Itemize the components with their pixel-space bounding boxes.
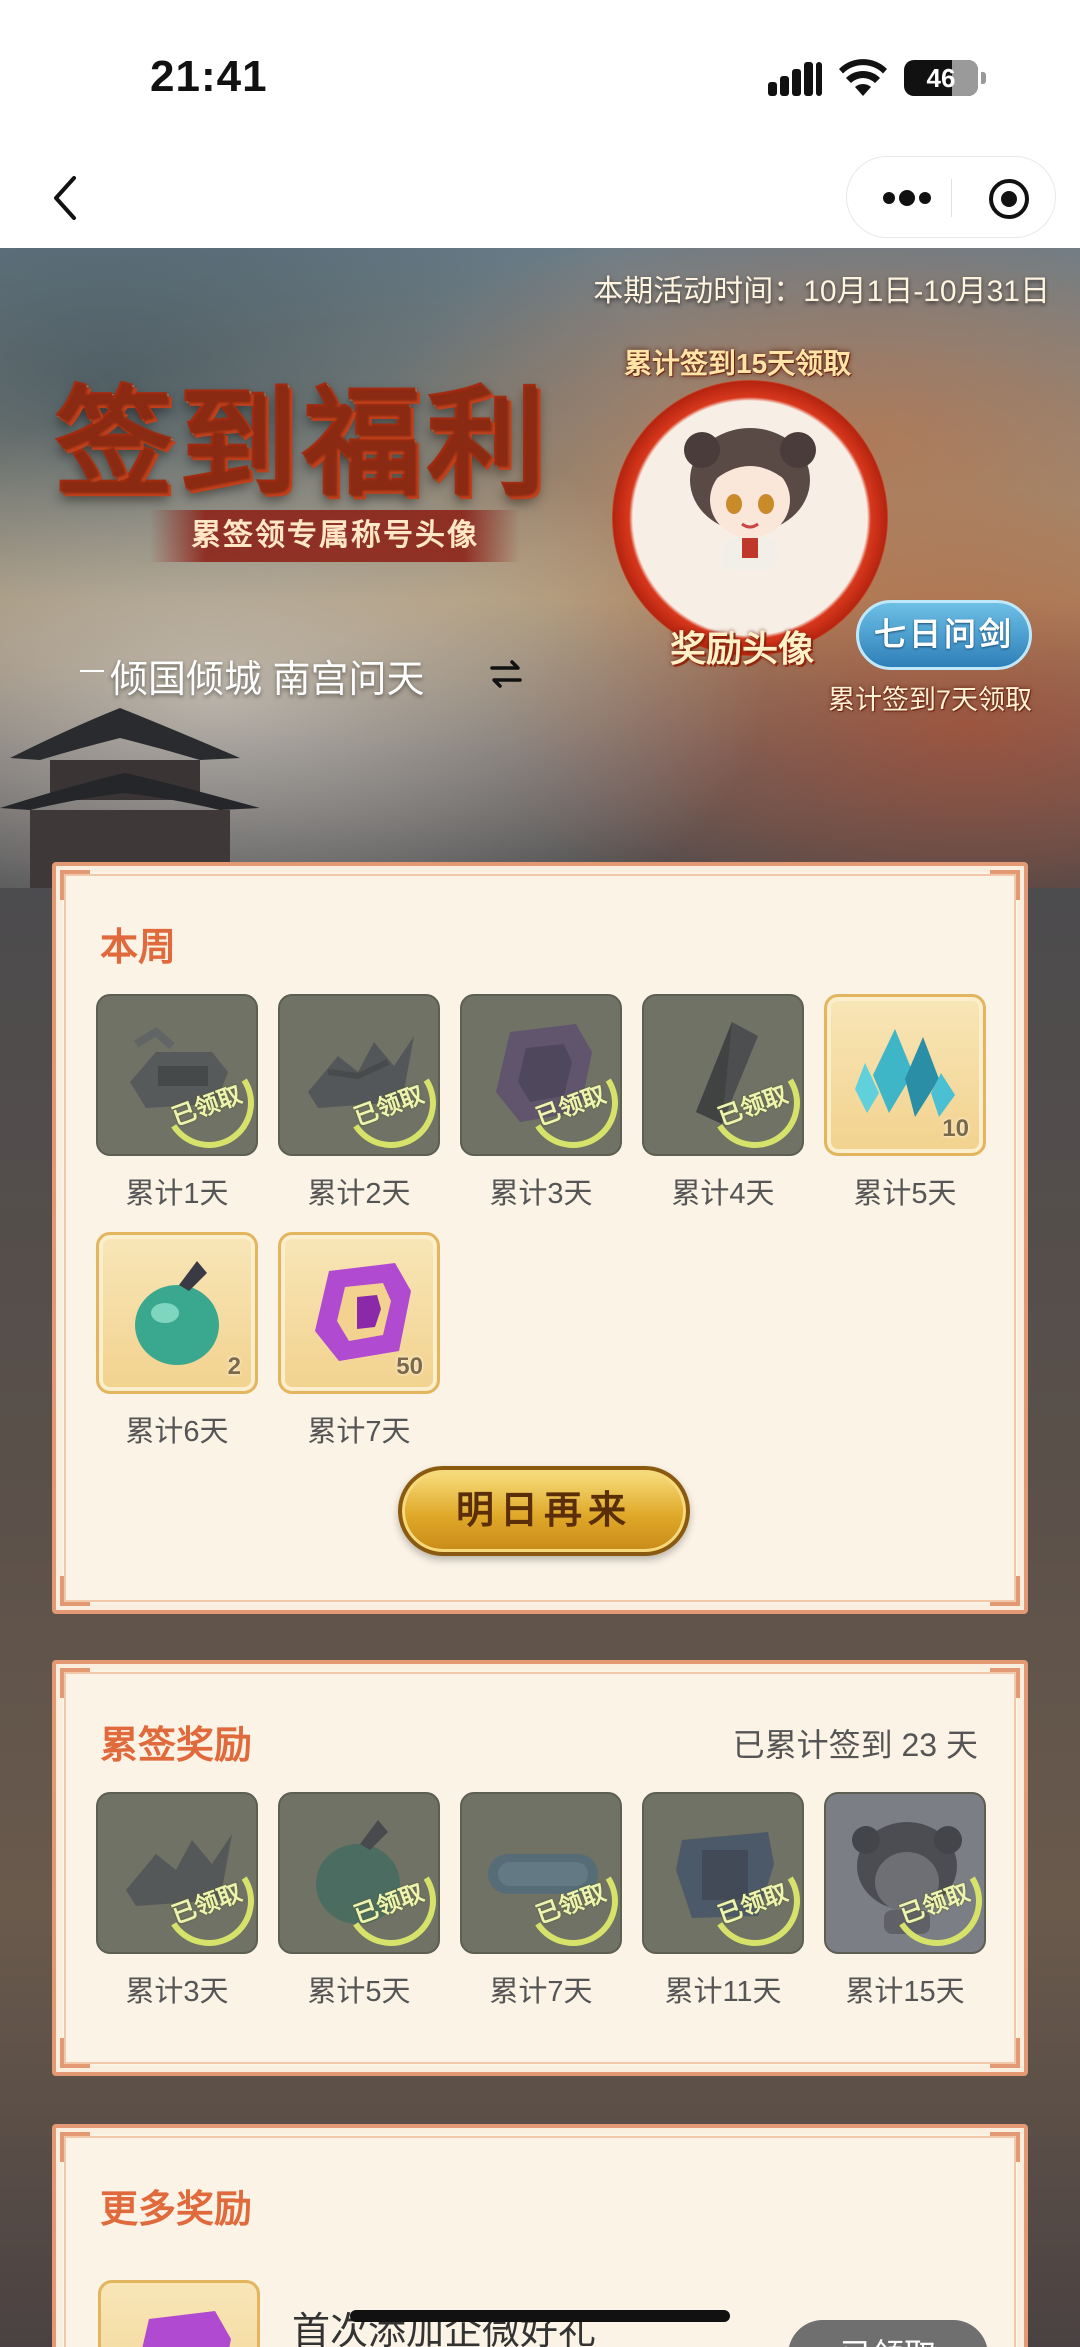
status-bar: 21:41 46 xyxy=(0,0,1080,150)
item-count: 2 xyxy=(227,1353,241,1380)
reward-tile: 10 xyxy=(824,994,986,1156)
home-indicator[interactable] xyxy=(350,2310,730,2322)
pagoda-illustration xyxy=(0,708,260,888)
signal-icon xyxy=(768,62,824,96)
reward-label: 累计11天 xyxy=(664,1976,782,2008)
purple-rune-icon xyxy=(142,2311,231,2347)
reward-label: 累计5天 xyxy=(307,1976,411,2008)
status-time: 21:41 xyxy=(150,52,268,101)
close-circle-icon[interactable] xyxy=(987,177,1031,221)
cumulative-reward-7[interactable]: 已领取 累计7天 xyxy=(460,1792,622,2010)
reward-label: 累计3天 xyxy=(125,1976,229,2008)
weekly-reward-day6[interactable]: 2 累计6天 xyxy=(96,1232,258,1450)
reward-avatar[interactable] xyxy=(612,380,888,656)
title-badge[interactable]: 七日问剑 xyxy=(856,600,1032,670)
hero-banner: 本期活动时间：10月1日-10月31日 签到福利 累签领专属称号头像 倾国倾城 … xyxy=(0,248,1080,888)
player-title-name[interactable]: 倾国倾城 南宫问天 xyxy=(80,648,425,703)
more-icon[interactable] xyxy=(877,181,937,215)
jade-pouch-icon xyxy=(135,1261,219,1365)
weekly-reward-day2[interactable]: 已领取 累计2天 xyxy=(278,994,440,1212)
cumulative-title: 累签奖励 xyxy=(100,1725,253,1767)
reward-tile: 已领取 xyxy=(460,994,622,1156)
wifi-icon xyxy=(839,59,887,96)
reward-label: 累计4天 xyxy=(671,1178,775,1210)
reward-tile: 已领取 xyxy=(642,994,804,1156)
cumulative-count: 已累计签到 23 天 xyxy=(732,1727,978,1763)
banner-subtitle: 累签领专属称号头像 xyxy=(150,510,520,562)
avatar-caption: 累计签到15天领取 xyxy=(624,348,852,379)
switch-icon[interactable] xyxy=(488,656,524,692)
weekly-checkin-panel: 本周 已领取 累计1天 已领取 累计2天 已领取 累计3天 已领取 累计4天 1… xyxy=(52,862,1028,1614)
battery-level: 46 xyxy=(926,62,956,93)
cumulative-reward-11[interactable]: 已领取 累计11天 xyxy=(642,1792,804,2010)
cumulative-rewards-panel: 累签奖励 已累计签到 23 天 已领取 累计3天 已领取 累计5天 已领取 累计… xyxy=(52,1660,1028,2076)
cumulative-reward-5[interactable]: 已领取 累计5天 xyxy=(278,1792,440,2010)
reward-tile: 已领取 xyxy=(824,1792,986,1954)
reward-tile: 2 xyxy=(96,1232,258,1394)
capsule-divider xyxy=(951,179,952,217)
reward-label: 累计15天 xyxy=(845,1976,965,2008)
weekly-reward-day1[interactable]: 已领取 累计1天 xyxy=(96,994,258,1212)
title-badge-caption: 累计签到7天领取 xyxy=(828,685,1033,715)
reward-label: 累计3天 xyxy=(489,1178,593,1210)
come-back-tomorrow-button[interactable]: 明日再来 xyxy=(398,1466,690,1556)
reward-tile: 50 xyxy=(278,1232,440,1394)
weekly-reward-day3[interactable]: 已领取 累计3天 xyxy=(460,994,622,1212)
reward-tile: 已领取 xyxy=(460,1792,622,1954)
reward-tile: 已领取 xyxy=(642,1792,804,1954)
more-reward-tile xyxy=(98,2280,260,2347)
activity-time: 本期活动时间：10月1日-10月31日 xyxy=(593,275,1050,308)
item-count: 10 xyxy=(942,1115,969,1142)
more-reward-claimed-button[interactable]: 已领取 xyxy=(788,2320,988,2347)
reward-tile: 已领取 xyxy=(96,1792,258,1954)
banner-title: 签到福利 xyxy=(56,348,552,519)
back-icon[interactable] xyxy=(38,168,98,228)
reward-label: 累计2天 xyxy=(307,1178,411,1210)
reward-tile: 已领取 xyxy=(278,1792,440,1954)
battery-icon: 46 xyxy=(904,60,986,96)
reward-label: 累计1天 xyxy=(125,1178,229,1210)
cumulative-reward-15[interactable]: 已领取 累计15天 xyxy=(824,1792,986,2010)
avatar-label: 奖励头像 xyxy=(670,628,815,670)
reward-label: 累计7天 xyxy=(489,1976,593,2008)
nav-bar xyxy=(0,150,1080,248)
weekly-reward-day4[interactable]: 已领取 累计4天 xyxy=(642,994,804,1212)
cumulative-reward-3[interactable]: 已领取 累计3天 xyxy=(96,1792,258,2010)
reward-tile: 已领取 xyxy=(278,994,440,1156)
weekly-title: 本周 xyxy=(100,927,177,969)
reward-label: 累计6天 xyxy=(125,1416,229,1448)
weekly-reward-day7[interactable]: 50 累计7天 xyxy=(278,1232,440,1450)
reward-tile: 已领取 xyxy=(96,994,258,1156)
more-rewards-title: 更多奖励 xyxy=(100,2189,253,2231)
reward-label: 累计7天 xyxy=(307,1416,411,1448)
weekly-reward-day5[interactable]: 10 累计5天 xyxy=(824,994,986,1212)
more-reward-title: 首次添加企微好礼 xyxy=(292,2311,597,2347)
mini-program-capsule xyxy=(846,156,1056,238)
reward-label: 累计5天 xyxy=(853,1178,957,1210)
item-count: 50 xyxy=(396,1353,423,1380)
avatar-character-icon xyxy=(684,428,816,570)
